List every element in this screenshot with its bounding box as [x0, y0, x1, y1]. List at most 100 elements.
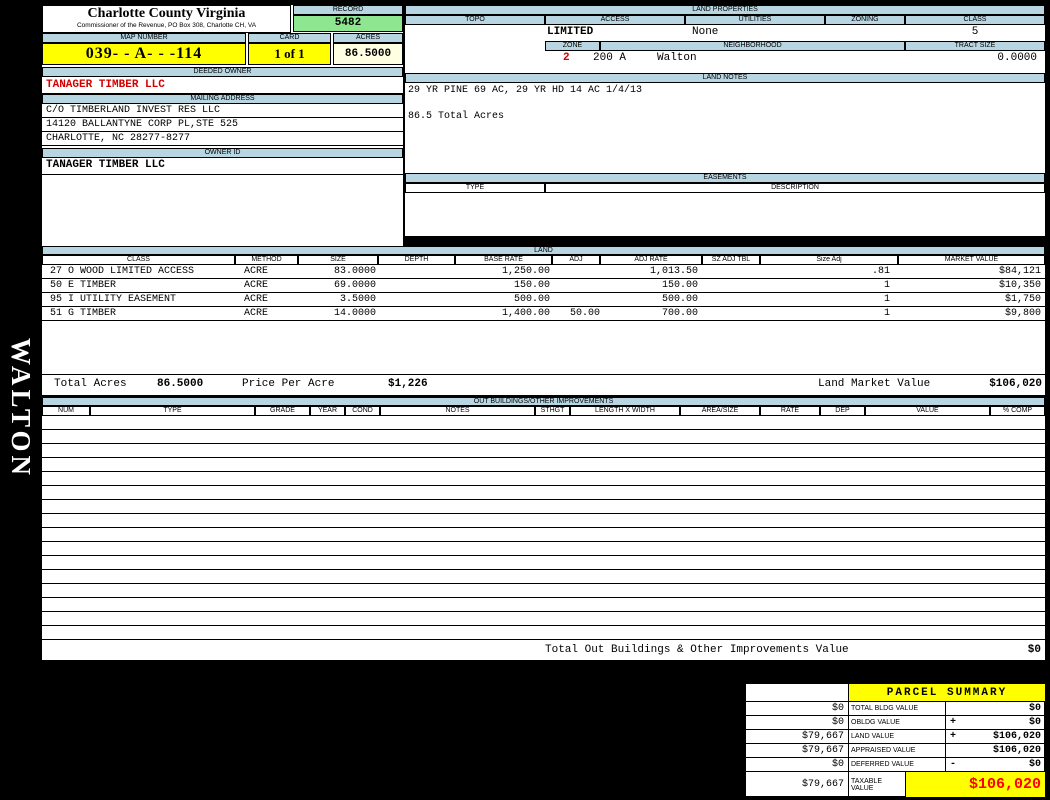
parcel-summary-row: $0 OBLDG VALUE + $0: [745, 715, 1045, 729]
ob-col-pct-comp: % COMP: [990, 406, 1045, 416]
land-sz-adj-tbl: [702, 307, 760, 320]
col-access: ACCESS: [545, 15, 685, 25]
prior-value: $0: [745, 701, 848, 715]
summary-value: $0: [1028, 717, 1041, 728]
utilities-value: None: [692, 26, 719, 38]
outbuildings-total-row: Total Out Buildings & Other Improvements…: [42, 642, 1045, 660]
outbuilding-empty-row: [42, 416, 1045, 430]
land-sz-adj-tbl: [702, 279, 760, 292]
land-col-size: SIZE: [298, 255, 378, 265]
land-table-row: 51 G TIMBER ACRE 14.0000 1,400.00 50.00 …: [42, 307, 1045, 321]
ob-col-dep: DEP: [820, 406, 865, 416]
total-acres-value: 86.5000: [157, 378, 204, 390]
land-size-adj: 1: [883, 308, 890, 319]
land-size: 3.5000: [339, 294, 376, 305]
land-class: 50 E TIMBER: [50, 280, 117, 291]
outbuilding-empty-row: [42, 430, 1045, 444]
access-value: LIMITED: [547, 26, 594, 38]
mailing-address-label: MAILING ADDRESS: [42, 94, 403, 104]
mailing-address-line: 14120 BALLANTYNE CORP PL,STE 525: [42, 118, 403, 132]
land-column-headers: CLASS METHOD SIZE DEPTH BASE RATE ADJ AD…: [42, 255, 1045, 265]
summary-label: OBLDG VALUE: [848, 715, 945, 729]
outbuilding-empty-row: [42, 542, 1045, 556]
parcel-summary-taxable-row: $79,667 TAXABLE VALUE $106,020: [745, 771, 1045, 797]
land-method: ACRE: [244, 266, 269, 277]
summary-label: LAND VALUE: [848, 729, 945, 743]
land-depth: [378, 279, 455, 292]
land-method: ACRE: [244, 294, 269, 305]
ob-col-num: NUM: [42, 406, 90, 416]
outbuildings-total-value: $0: [1027, 644, 1041, 656]
land-col-class: CLASS: [42, 255, 235, 265]
prior-value: $79,667: [745, 771, 848, 797]
ob-col-rate: RATE: [760, 406, 820, 416]
outbuildings-total-label: Total Out Buildings & Other Improvements…: [545, 644, 849, 656]
land-base-rate: 1,250.00: [501, 266, 550, 277]
ob-col-type: TYPE: [90, 406, 255, 416]
ob-col-grade: GRADE: [255, 406, 310, 416]
parcel-summary: PARCEL SUMMARY $0 TOTAL BLDG VALUE $0 $0…: [745, 683, 1045, 797]
card-value: 1 of 1: [248, 43, 331, 65]
land-market-value: $9,800: [1004, 308, 1041, 319]
land-properties-title: LAND PROPERTIES: [405, 5, 1045, 15]
zone-code: 200 A: [593, 52, 627, 64]
parcel-summary-title: PARCEL SUMMARY: [848, 683, 1045, 701]
outbuilding-empty-row: [42, 556, 1045, 570]
land-notes-title: LAND NOTES: [405, 73, 1045, 83]
land-table-row: 95 I UTILITY EASEMENT ACRE 3.5000 500.00…: [42, 293, 1045, 307]
land-adj: [552, 265, 600, 278]
land-sz-adj-tbl: [702, 293, 760, 306]
neighborhood-vertical-label: WALTON: [6, 338, 36, 480]
land-market-value: $1,750: [1004, 294, 1041, 305]
class-value: 5: [971, 26, 979, 38]
col-zoning: ZONING: [825, 15, 905, 25]
prior-value: $79,667: [745, 729, 848, 743]
ob-col-length-width: LENGTH X WIDTH: [570, 406, 680, 416]
record-value: 5482: [293, 15, 403, 32]
neighborhood-label: NEIGHBORHOOD: [600, 41, 905, 51]
outbuildings-column-headers: NUM TYPE GRADE YEAR COND NOTES STHGT LEN…: [42, 406, 1045, 416]
mailing-address-line: CHARLOTTE, NC 28277-8277: [42, 132, 403, 146]
total-acres-label: Total Acres: [54, 378, 127, 390]
outbuilding-empty-row: [42, 514, 1045, 528]
prior-value: $0: [745, 715, 848, 729]
land-size-adj: .81: [871, 266, 890, 277]
mailing-address-line: C/O TIMBERLAND INVEST RES LLC: [42, 104, 403, 118]
summary-operator: -: [950, 759, 957, 770]
parcel-summary-header-spacer: [745, 683, 848, 701]
owner-panel: Charlotte County Virginia Commissioner o…: [42, 5, 403, 246]
ob-col-sthgt: STHGT: [535, 406, 570, 416]
land-col-depth: DEPTH: [378, 255, 455, 265]
ob-col-area-size: AREA/SIZE: [680, 406, 760, 416]
parcel-summary-row: $79,667 LAND VALUE + $106,020: [745, 729, 1045, 743]
card-label: CARD: [248, 33, 331, 43]
zone-value: 2: [563, 52, 570, 64]
tract-size-value: 0.0000: [997, 52, 1037, 64]
parcel-summary-row: $0 TOTAL BLDG VALUE $0: [745, 701, 1045, 715]
land-size: 14.0000: [333, 308, 376, 319]
summary-operator: +: [950, 731, 957, 742]
summary-value: $0: [1028, 703, 1041, 714]
map-number-label: MAP NUMBER: [42, 33, 246, 43]
summary-value: $106,020: [992, 745, 1041, 756]
land-col-adj-rate: ADJ RATE: [600, 255, 702, 265]
land-col-market-value: MARKET VALUE: [898, 255, 1045, 265]
acres-label: ACRES: [333, 33, 403, 43]
outbuilding-empty-row: [42, 584, 1045, 598]
outbuildings-title: OUT BUILDINGS/OTHER IMPROVEMENTS: [42, 397, 1045, 406]
taxable-value: $106,020: [905, 771, 1045, 797]
outbuilding-empty-row: [42, 444, 1045, 458]
land-base-rate: 1,400.00: [501, 308, 550, 319]
land-class: 51 G TIMBER: [50, 308, 117, 319]
land-title: LAND: [42, 246, 1045, 255]
outbuilding-empty-row: [42, 570, 1045, 584]
prior-value: $79,667: [745, 743, 848, 757]
land-market-value: $84,121: [998, 266, 1041, 277]
outbuilding-empty-row: [42, 500, 1045, 514]
summary-label: TAXABLE VALUE: [848, 771, 905, 797]
parcel-summary-header-row: PARCEL SUMMARY: [745, 683, 1045, 701]
land-adj: [552, 293, 600, 306]
col-class: CLASS: [905, 15, 1045, 25]
deeded-owner-value: TANAGER TIMBER LLC: [42, 77, 403, 94]
col-utilities: UTILITIES: [685, 15, 825, 25]
